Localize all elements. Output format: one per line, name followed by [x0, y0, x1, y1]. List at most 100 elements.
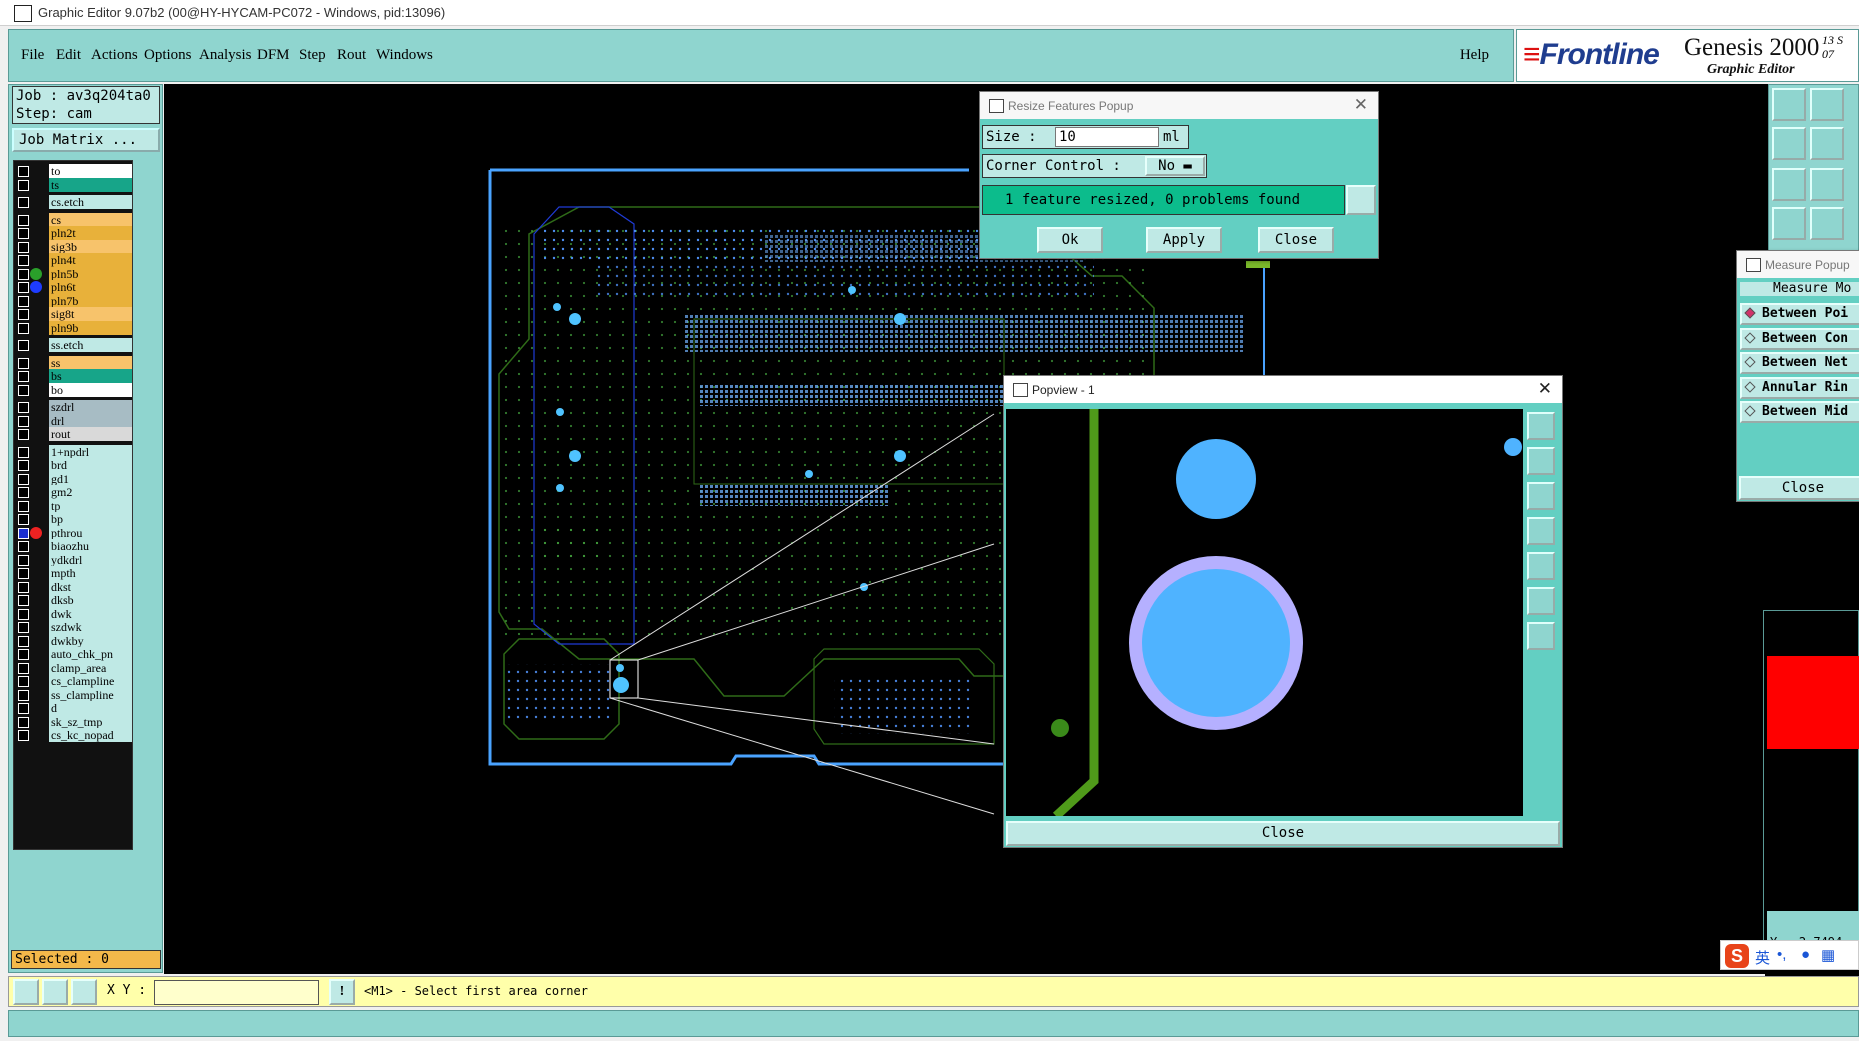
layer-checkbox[interactable] [18, 415, 29, 427]
layer-name[interactable]: clamp_area [49, 660, 132, 675]
layer-checkbox[interactable] [18, 541, 29, 552]
layer-name[interactable]: bp [49, 512, 132, 526]
measure-icon[interactable] [42, 979, 68, 1005]
layer-name[interactable]: cs_clampline [49, 674, 132, 688]
menu-file[interactable]: File [21, 47, 44, 64]
layer-row-auto_chk_pn[interactable]: auto_chk_pn [14, 647, 132, 661]
layer-row-ydkdrl[interactable]: ydkdrl [14, 552, 132, 567]
layer-checkbox[interactable] [18, 514, 29, 525]
layer-checkbox[interactable] [18, 340, 29, 351]
xy-input[interactable] [154, 980, 319, 1005]
layer-name[interactable]: szdrl [49, 400, 132, 414]
layer-row-d[interactable]: d [14, 701, 132, 715]
layer-checkbox[interactable] [18, 402, 29, 413]
layer-row-biaozhu[interactable]: biaozhu [14, 539, 132, 553]
layer-checkbox[interactable] [18, 429, 29, 440]
layer-row-pln7b[interactable]: pln7b [14, 293, 132, 308]
menu-options[interactable]: Options [144, 47, 192, 64]
popview-fit-icon[interactable] [1527, 587, 1555, 615]
layer-row-gm2[interactable]: gm2 [14, 485, 132, 499]
layer-checkbox[interactable] [18, 309, 29, 320]
menu-edit[interactable]: Edit [56, 47, 81, 64]
popview-right-icon[interactable] [1527, 552, 1555, 580]
layer-row-bs[interactable]: bs [14, 369, 132, 383]
feedback-icon[interactable] [1346, 185, 1376, 215]
layer-row-sk_sz_tmp[interactable]: sk_sz_tmp [14, 714, 132, 729]
layer-name[interactable]: gm2 [49, 485, 132, 499]
layer-row-cs_kc_nopad[interactable]: cs_kc_nopad [14, 728, 132, 742]
layer-checkbox[interactable] [18, 197, 29, 208]
layer-row-pln2t[interactable]: pln2t [14, 226, 132, 240]
menu-windows[interactable]: Windows [376, 47, 433, 64]
popview-canvas[interactable] [1006, 409, 1523, 816]
layer-name[interactable]: dwkby [49, 633, 132, 648]
layer-name[interactable]: dksb [49, 593, 132, 607]
layer-row-dksb[interactable]: dksb [14, 593, 132, 607]
layer-name[interactable]: dkst [49, 579, 132, 594]
pan-right-icon[interactable] [1810, 127, 1844, 160]
layer-name[interactable]: drl [49, 413, 132, 428]
popview-left-icon[interactable] [1527, 517, 1555, 545]
menu-analysis[interactable]: Analysis [199, 47, 252, 64]
layer-row-1+npdrl[interactable]: 1+npdrl [14, 444, 132, 459]
layer-checkbox[interactable] [18, 371, 29, 382]
layer-row-ss.etch[interactable]: ss.etch [14, 338, 132, 352]
popview-zoom-icon[interactable] [1527, 412, 1555, 440]
layer-checkbox[interactable] [18, 662, 29, 674]
layer-checkbox[interactable] [18, 282, 29, 293]
layer-checkbox[interactable] [18, 716, 29, 728]
layer-row-cs[interactable]: cs [14, 212, 132, 227]
ime-toolbar[interactable]: S 英 •, ● ▦ [1720, 940, 1859, 970]
layer-row-pln4t[interactable]: pln4t [14, 253, 132, 267]
layer-checkbox[interactable] [18, 676, 29, 687]
measure-option-2[interactable]: Between Net [1740, 352, 1859, 374]
measure-option-3[interactable]: Annular Rin [1740, 376, 1859, 399]
layer-checkbox[interactable] [18, 473, 29, 485]
layer-row-rout[interactable]: rout [14, 427, 132, 441]
layer-checkbox[interactable] [18, 214, 29, 226]
layer-row-sig3b[interactable]: sig3b [14, 239, 132, 254]
ok-button[interactable]: Ok [1037, 227, 1103, 253]
microphone-icon[interactable]: ● [1801, 946, 1810, 963]
layer-checkbox[interactable] [18, 460, 29, 471]
grid-icon[interactable] [71, 979, 97, 1005]
measure-option-1[interactable]: Between Con [1740, 327, 1859, 350]
layer-row-pln5b[interactable]: pln5b [14, 266, 132, 281]
job-matrix-button[interactable]: Job Matrix ... [12, 128, 160, 152]
layer-checkbox[interactable] [18, 295, 29, 307]
layer-name[interactable]: bo [49, 382, 132, 397]
corner-control-select[interactable]: No ▬ [1145, 156, 1205, 176]
layer-checkbox[interactable] [18, 730, 29, 741]
layer-name[interactable]: rout [49, 427, 132, 441]
layer-row-cs_clampline[interactable]: cs_clampline [14, 674, 132, 688]
layer-name[interactable]: pln9b [49, 320, 132, 335]
layer-row-mpth[interactable]: mpth [14, 566, 132, 580]
layer-name[interactable]: ss [49, 355, 132, 370]
popview-center-icon[interactable] [1527, 622, 1555, 650]
menu-actions[interactable]: Actions [91, 47, 138, 64]
menu-rout[interactable]: Rout [337, 47, 366, 64]
layer-row-ss_clampline[interactable]: ss_clampline [14, 687, 132, 702]
layer-name[interactable]: to [49, 164, 132, 178]
layer-checkbox[interactable] [18, 384, 29, 396]
layer-checkbox[interactable] [18, 357, 29, 369]
layer-name[interactable]: sig3b [49, 239, 132, 254]
layer-checkbox[interactable] [18, 228, 29, 239]
zoom-fit-icon[interactable] [1772, 168, 1806, 201]
layer-checkbox[interactable] [18, 241, 29, 253]
zoom-back-icon[interactable] [1810, 88, 1844, 121]
layer-row-cs.etch[interactable]: cs.etch [14, 195, 132, 209]
ime-language-indicator[interactable]: 英 [1755, 947, 1770, 968]
layer-checkbox[interactable] [18, 527, 29, 539]
layer-row-pln9b[interactable]: pln9b [14, 320, 132, 335]
layer-checkbox[interactable] [18, 635, 29, 647]
layer-row-bo[interactable]: bo [14, 382, 132, 397]
layer-checkbox[interactable] [18, 568, 29, 579]
layer-row-drl[interactable]: drl [14, 413, 132, 428]
layer-checkbox[interactable] [18, 703, 29, 714]
layer-row-sig8t[interactable]: sig8t [14, 307, 132, 321]
size-input[interactable]: 10 [1055, 127, 1159, 147]
layer-checkbox[interactable] [18, 689, 29, 701]
layer-name[interactable]: pln4t [49, 253, 132, 267]
popview-close-button[interactable]: Close [1006, 821, 1560, 846]
